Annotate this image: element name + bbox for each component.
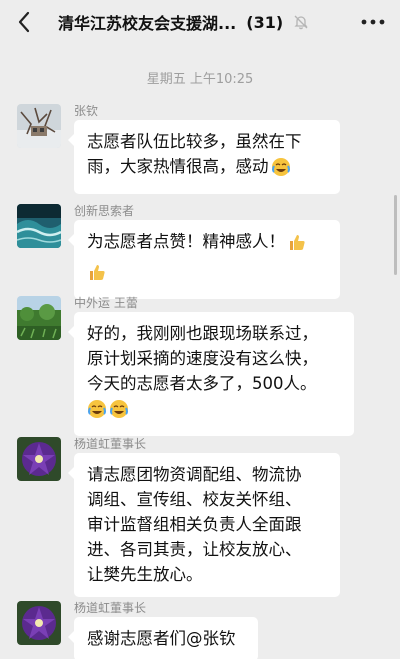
message-text-line: 审计监督组相关负责人全面跟 [87, 515, 302, 534]
message-text-line: 原计划采摘的速度没有这么快， [87, 349, 318, 368]
message-text-line: 请志愿团物资调配组、物流协 [87, 465, 302, 484]
sender-name: 创新思索者 [74, 204, 135, 218]
message-bubble[interactable]: 请志愿团物资调配组、物流协 调组、宣传组、校友关怀组、 审计监督组相关负责人全面… [68, 453, 340, 597]
message-text-line: 好的，我刚刚也跟现场联系过， [87, 324, 318, 343]
chat-title: 清华江苏校友会支援湖... [58, 14, 237, 33]
sender-name: 中外运 王蕾 [74, 296, 138, 310]
green-field-avatar[interactable] [17, 296, 61, 340]
sender-name: 张钦 [74, 104, 99, 118]
message-text-line: 调组、宣传组、校友关怀组、 [87, 490, 302, 509]
message-text-line: 进、各司其责，让校友放心、 [87, 540, 302, 559]
message-text-line: 志愿者队伍比较多，虽然在下 [87, 132, 302, 151]
message-bubble[interactable]: 好的，我刚刚也跟现场联系过， 原计划采摘的速度没有这么快， 今天的志愿者太多了，… [68, 312, 354, 436]
message-text-line: 雨，大家热情很高，感动 [87, 157, 269, 176]
message-text-line: 感谢志愿者们@张钦 [87, 629, 236, 648]
snow-scene-avatar[interactable] [17, 104, 61, 148]
scrollbar[interactable] [394, 195, 397, 275]
more-button[interactable] [360, 10, 386, 34]
more-dots-icon [361, 19, 385, 25]
message-text-line: 让樊先生放心。 [87, 565, 203, 584]
bell-muted-icon [293, 14, 309, 30]
crying-laughing-emoji [271, 157, 291, 184]
member-count: (31) [246, 12, 284, 32]
crying-laughing-emoji [109, 399, 129, 426]
chat-title-group[interactable]: 清华江苏校友会支援湖... (31) [58, 0, 328, 44]
sender-name: 杨道虹董事长 [74, 601, 147, 615]
ocean-wave-avatar[interactable] [17, 204, 61, 248]
message-timestamp: 星期五 上午10:25 [146, 72, 254, 87]
message-bubble[interactable]: 为志愿者点赞！精神感人！ [68, 220, 340, 299]
thumbs-up-emoji [287, 232, 307, 259]
message-bubble[interactable]: 志愿者队伍比较多，虽然在下 雨，大家热情很高，感动 [68, 120, 340, 194]
purple-flower-avatar[interactable] [17, 601, 61, 645]
sender-name: 杨道虹董事长 [74, 437, 147, 451]
thumbs-up-emoji [87, 262, 107, 289]
message-text-line: 今天的志愿者太多了，500人。 [87, 374, 317, 393]
crying-laughing-emoji [87, 399, 107, 426]
purple-flower-avatar[interactable] [17, 437, 61, 481]
message-text-line: 为志愿者点赞！精神感人！ [87, 232, 285, 251]
chevron-left-icon [18, 11, 30, 33]
back-button[interactable] [10, 8, 38, 36]
chat-header: 清华江苏校友会支援湖... (31) [0, 0, 400, 44]
message-bubble[interactable]: 感谢志愿者们@张钦 [68, 617, 258, 659]
